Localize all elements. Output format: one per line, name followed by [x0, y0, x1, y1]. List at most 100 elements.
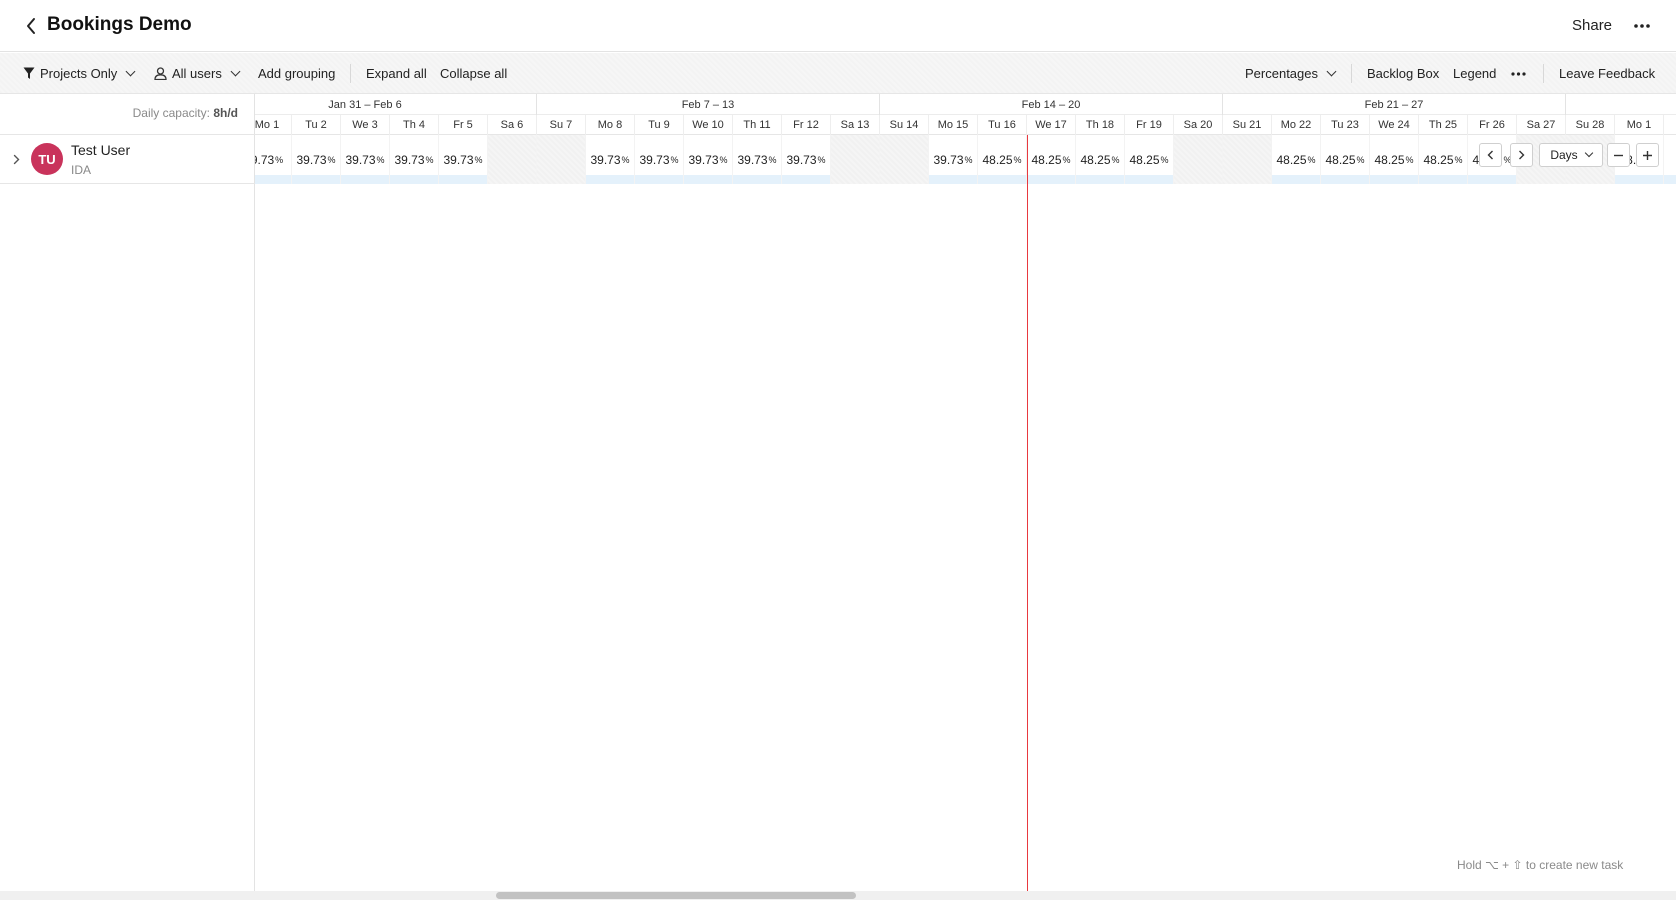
utilization-value: 48.25: [982, 152, 1013, 167]
chevron-left-icon: [1487, 150, 1493, 160]
utilization-cell[interactable]: 39.73%: [782, 135, 831, 184]
utilization-cell[interactable]: 48.25%: [1125, 135, 1174, 184]
utilization-cell[interactable]: 39.73%: [390, 135, 439, 184]
utilization-row: 9.73%39.73%39.73%39.73%39.73%39.73%39.73…: [255, 135, 1676, 184]
day-label: Mo 15: [929, 115, 978, 135]
weekend-cell[interactable]: [1174, 135, 1223, 184]
chevron-right-icon[interactable]: [10, 152, 22, 166]
leave-feedback-button[interactable]: Leave Feedback: [1559, 53, 1655, 94]
day-label: Mo 22: [1272, 115, 1321, 135]
percent-sign: %: [719, 154, 728, 165]
utilization-cell[interactable]: 48.25%: [1419, 135, 1468, 184]
weekend-cell[interactable]: [537, 135, 586, 184]
legend-button[interactable]: Legend: [1453, 53, 1496, 94]
utilization-cell[interactable]: 48.25%: [1027, 135, 1076, 184]
utilization-cell[interactable]: 39.73%: [586, 135, 635, 184]
day-label: Su 21: [1223, 115, 1272, 135]
chevron-right-icon: [1519, 150, 1525, 160]
utilization-cell[interactable]: 48.25%: [1272, 135, 1321, 184]
utilization-value: 48.25: [1031, 152, 1062, 167]
share-button[interactable]: Share: [1572, 17, 1612, 34]
backlog-box-button[interactable]: Backlog Box: [1367, 53, 1439, 94]
utilization-value: 39.73: [345, 152, 376, 167]
filter-icon: [23, 67, 35, 79]
users-filter-label: All users: [172, 66, 222, 81]
user-list-panel: Daily capacity: 8h/d TU Test User IDA: [0, 94, 255, 900]
percent-sign: %: [817, 154, 826, 165]
day-label: Su 7: [537, 115, 586, 135]
page-title: Bookings Demo: [47, 14, 192, 35]
next-period-button[interactable]: [1510, 143, 1533, 167]
percent-sign: %: [1013, 154, 1022, 165]
utilization-cell[interactable]: 39.73%: [635, 135, 684, 184]
plus-icon: [1643, 150, 1652, 160]
projects-filter-dropdown[interactable]: Projects Only: [23, 53, 136, 94]
percent-sign: %: [376, 154, 385, 165]
utilization-cell[interactable]: 48.25%: [1076, 135, 1125, 184]
percent-sign: %: [1160, 154, 1169, 165]
weekend-cell[interactable]: [831, 135, 880, 184]
chevron-down-icon: [1326, 66, 1337, 77]
percent-sign: %: [327, 154, 336, 165]
chevron-down-icon: [230, 66, 241, 77]
utilization-cell[interactable]: 39.73%: [929, 135, 978, 184]
weekend-cell[interactable]: [880, 135, 929, 184]
utilization-value: 39.73: [786, 152, 817, 167]
toolbar-more-icon[interactable]: [1511, 53, 1526, 94]
utilization-cell[interactable]: 39.73%: [292, 135, 341, 184]
more-options-icon[interactable]: [1630, 15, 1654, 37]
add-grouping-button[interactable]: Add grouping: [258, 53, 335, 94]
zoom-in-button[interactable]: [1636, 143, 1659, 167]
utilization-cell[interactable]: 48.25%: [1370, 135, 1419, 184]
utilization-value: 48.25: [1325, 152, 1356, 167]
display-mode-dropdown[interactable]: Percentages: [1245, 53, 1337, 94]
daily-capacity-label: Daily capacity:: [132, 106, 210, 120]
day-label: Sa 27: [1517, 115, 1566, 135]
percent-sign: %: [768, 154, 777, 165]
day-label: Su 14: [880, 115, 929, 135]
percent-sign: %: [425, 154, 434, 165]
today-marker: [1027, 135, 1028, 900]
day-label: Mo 1: [255, 115, 292, 135]
percent-sign: %: [1307, 154, 1316, 165]
user-row[interactable]: TU Test User IDA: [0, 135, 255, 184]
users-filter-dropdown[interactable]: All users: [154, 53, 241, 94]
utilization-value: 39.73: [296, 152, 327, 167]
utilization-cell[interactable]: 39.73%: [439, 135, 488, 184]
back-arrow-icon[interactable]: [20, 14, 42, 38]
utilization-cell[interactable]: 39.73%: [341, 135, 390, 184]
utilization-value: 39.73: [639, 152, 670, 167]
daily-capacity-value: 8h/d: [213, 106, 238, 120]
zoom-out-button[interactable]: [1607, 143, 1630, 167]
week-label: Feb 21 – 27: [1223, 94, 1566, 115]
utilization-value: 48.25: [1276, 152, 1307, 167]
zoom-unit-dropdown[interactable]: Days: [1539, 143, 1603, 167]
chevron-down-icon: [125, 66, 136, 77]
prev-period-button[interactable]: [1479, 143, 1502, 167]
expand-all-button[interactable]: Expand all: [366, 53, 427, 94]
utilization-cell[interactable]: 9.73%: [255, 135, 292, 184]
toolbar: Projects Only All users Add grouping Exp…: [0, 53, 1676, 94]
utilization-cell[interactable]: 48.25%: [1321, 135, 1370, 184]
day-label: We 17: [1027, 115, 1076, 135]
utilization-cell[interactable]: 4: [1664, 135, 1676, 184]
utilization-value: 39.73: [394, 152, 425, 167]
week-label: Feb 14 – 20: [880, 94, 1223, 115]
percent-sign: %: [964, 154, 973, 165]
user-name: Test User: [71, 142, 131, 158]
utilization-value: 48.25: [1080, 152, 1111, 167]
collapse-all-button[interactable]: Collapse all: [440, 53, 507, 94]
day-label: Su 28: [1566, 115, 1615, 135]
weekend-cell[interactable]: [1223, 135, 1272, 184]
day-label: We 3: [341, 115, 390, 135]
percent-sign: %: [1062, 154, 1071, 165]
percent-sign: %: [670, 154, 679, 165]
create-task-hint: Hold ⌥ + ⇧ to create new task: [1457, 858, 1624, 872]
utilization-cell[interactable]: 39.73%: [684, 135, 733, 184]
utilization-cell[interactable]: 39.73%: [733, 135, 782, 184]
timeline-grid[interactable]: Jan 31 – Feb 6 Feb 7 – 13 Feb 14 – 20 Feb 2…: [255, 94, 1676, 900]
horizontal-scrollbar-thumb[interactable]: [496, 892, 856, 899]
day-label: Mo 8: [586, 115, 635, 135]
weekend-cell[interactable]: [488, 135, 537, 184]
utilization-cell[interactable]: 48.25%: [978, 135, 1027, 184]
